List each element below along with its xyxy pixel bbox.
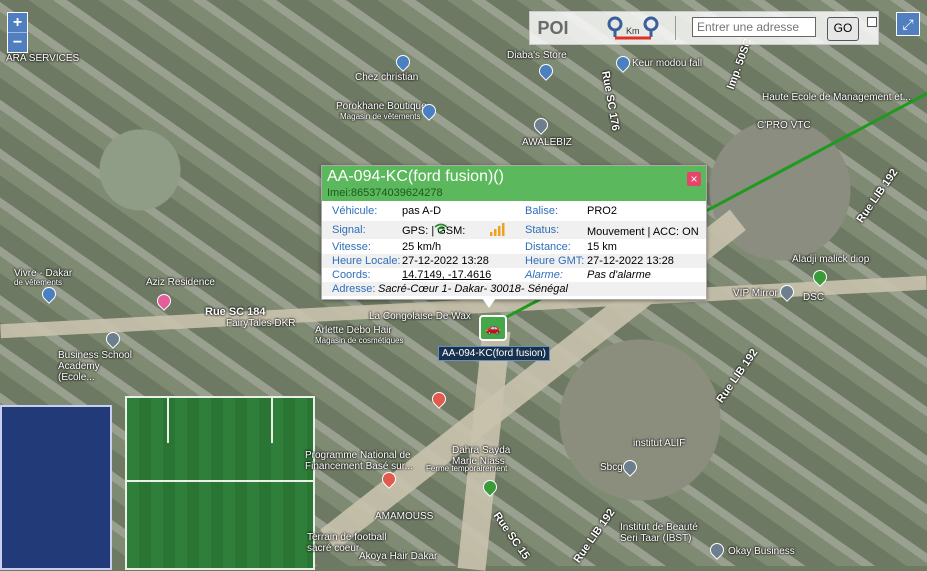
poi-label: Aziz Residence xyxy=(146,277,215,288)
poi-label: FairyTales DKR xyxy=(226,318,296,329)
poi-label: C'PRO VTC xyxy=(757,120,811,131)
signal-label: Signal: xyxy=(332,224,366,236)
close-icon[interactable]: × xyxy=(687,172,701,186)
alarm-label: Alarme: xyxy=(525,269,563,281)
map-pin-icon[interactable] xyxy=(39,284,59,304)
road-label: Rue SC 15 xyxy=(490,510,532,562)
poi-label: Ferme temporairement xyxy=(426,464,508,473)
sports-court xyxy=(0,405,112,570)
local-time-label: Heure Locale: xyxy=(332,255,401,267)
poi-label: Akoya Hair Dakar xyxy=(359,551,438,562)
map-toolbar: POI Km GO xyxy=(529,11,879,45)
coords-label: Coords: xyxy=(332,269,371,281)
address-label: Adresse: xyxy=(332,283,376,295)
map-pin-icon[interactable] xyxy=(613,53,633,73)
poi-label: Aladji malick diop xyxy=(792,254,870,265)
distance-label: Distance: xyxy=(525,241,571,253)
distance-value: 15 km xyxy=(587,241,617,253)
poi-label: DSC xyxy=(803,292,825,303)
football-field xyxy=(125,396,315,570)
road-label: Rue LIB 192 xyxy=(571,506,618,566)
car-icon[interactable]: 🚗 xyxy=(479,315,507,341)
popup-row-coords: Coords: 14.7149, -17.4616 Alarme: Pas d'… xyxy=(322,268,706,282)
map-pin-icon[interactable] xyxy=(393,52,413,72)
poi-label: Porokhane Boutique xyxy=(336,101,427,112)
distance-measure-button[interactable]: Km xyxy=(602,14,664,42)
gsm-bars-icon xyxy=(490,223,506,239)
local-time-value: 27-12-2022 13:28 xyxy=(402,255,489,267)
popup-title: AA-094-KC(ford fusion)() xyxy=(327,168,504,185)
beacon-label: Balise: xyxy=(525,205,559,217)
map-pin-icon[interactable] xyxy=(531,115,551,135)
poi-label: AWALEBIZ xyxy=(522,137,572,148)
vehicle-label: Véhicule: xyxy=(332,205,378,217)
poi-label: VIP Mirror xyxy=(733,288,778,299)
road-label: Imp. 50SC xyxy=(724,36,755,92)
poi-label: Chez christian xyxy=(355,72,419,83)
popup-row-vehicle: Véhicule: pas A-D Balise: PRO2 xyxy=(322,204,706,218)
poi-label: Sbcg xyxy=(600,462,623,473)
road-label: Rue LIB 192 xyxy=(854,166,901,226)
fullscreen-expand-icon[interactable]: ⤢ xyxy=(896,12,920,36)
speed-value: 25 km/h xyxy=(402,241,442,253)
poi-label: Arlette Debo Hair xyxy=(315,325,392,336)
zoom-in-button[interactable]: + xyxy=(8,13,27,32)
zoom-control: + − xyxy=(7,12,28,53)
poi-label: ARA SERVICES xyxy=(6,53,80,64)
poi-label: Okay Business xyxy=(728,546,795,557)
poi-label: Programme National de Financement Basé s… xyxy=(305,450,413,472)
poi-label: Business School Academy (Ecole... xyxy=(58,350,132,383)
road-label: Rue SC 184 xyxy=(205,306,266,318)
poi-label: Diaba's Store xyxy=(507,50,567,61)
poi-label: Magasin de vêtements xyxy=(340,112,421,121)
poi-label: La Congolaise De Wax xyxy=(369,311,471,322)
beacon-value: PRO2 xyxy=(587,205,617,217)
poi-label: Haute Ecole de Management et... xyxy=(762,92,911,103)
poi-label: Keur modou fall xyxy=(632,58,703,69)
go-button[interactable]: GO xyxy=(827,17,859,41)
poi-label: Institut de Beauté Seri Taar (IBST) xyxy=(620,522,698,544)
status-label: Status: xyxy=(525,224,560,236)
popup-row-time: Heure Locale: 27-12-2022 13:28 Heure GMT… xyxy=(322,254,706,268)
toolbar-divider xyxy=(675,16,676,40)
poi-label: POI xyxy=(537,17,569,38)
address-search-input[interactable] xyxy=(692,17,816,37)
popup-row-address: Adresse: Sacré-Cœur 1- Dakar- 30018- Sén… xyxy=(322,282,706,296)
map-pin-icon[interactable] xyxy=(707,540,727,560)
popup-row-speed: Vitesse: 25 km/h Distance: 15 km xyxy=(322,240,706,254)
poi-label: Magasin de cosmétiques xyxy=(315,336,404,345)
speed-label: Vitesse: xyxy=(332,241,371,253)
popup-row-signal: Signal: GPS: | GSM: Status: Mouvement | … xyxy=(322,221,706,239)
coords-link[interactable]: 14.7149, -17.4616 xyxy=(402,269,491,281)
popup-tail xyxy=(482,298,496,308)
gmt-time-label: Heure GMT: xyxy=(525,255,585,267)
zoom-out-button[interactable]: − xyxy=(8,32,27,52)
popup-header: AA-094-KC(ford fusion)() Imei:8653740396… xyxy=(322,166,706,201)
km-label: Km xyxy=(626,26,640,36)
poi-label: de vêtements xyxy=(14,278,63,287)
vehicle-marker-label[interactable]: AA-094-KC(ford fusion) xyxy=(438,346,550,361)
vehicle-value: pas A-D xyxy=(402,205,442,217)
popup-imei: Imei:865374039624278 xyxy=(327,187,443,199)
map-pin-icon[interactable] xyxy=(620,457,640,477)
status-value: Mouvement | ACC: ON xyxy=(587,226,699,238)
map-pin-icon[interactable] xyxy=(429,389,449,409)
road-label: Rue LIB 192 xyxy=(714,346,761,406)
toolbar-checkbox[interactable] xyxy=(867,17,877,27)
map-pin-icon[interactable] xyxy=(536,61,556,81)
address-value: Sacré-Cœur 1- Dakar- 30018- Sénégal xyxy=(378,283,568,295)
poi-label: institut ALIF xyxy=(633,438,686,449)
poi-label: AMAMOUSS xyxy=(375,511,434,522)
vehicle-info-popup: AA-094-KC(ford fusion)() Imei:8653740396… xyxy=(321,165,707,300)
map-pin-icon[interactable] xyxy=(154,291,174,311)
road-label: Rue SC 176 xyxy=(599,70,622,132)
wifi-signal-icon xyxy=(434,223,448,238)
alarm-value: Pas d'alarme xyxy=(587,269,651,281)
poi-button[interactable]: POI xyxy=(534,14,572,42)
gmt-time-value: 27-12-2022 13:28 xyxy=(587,255,674,267)
